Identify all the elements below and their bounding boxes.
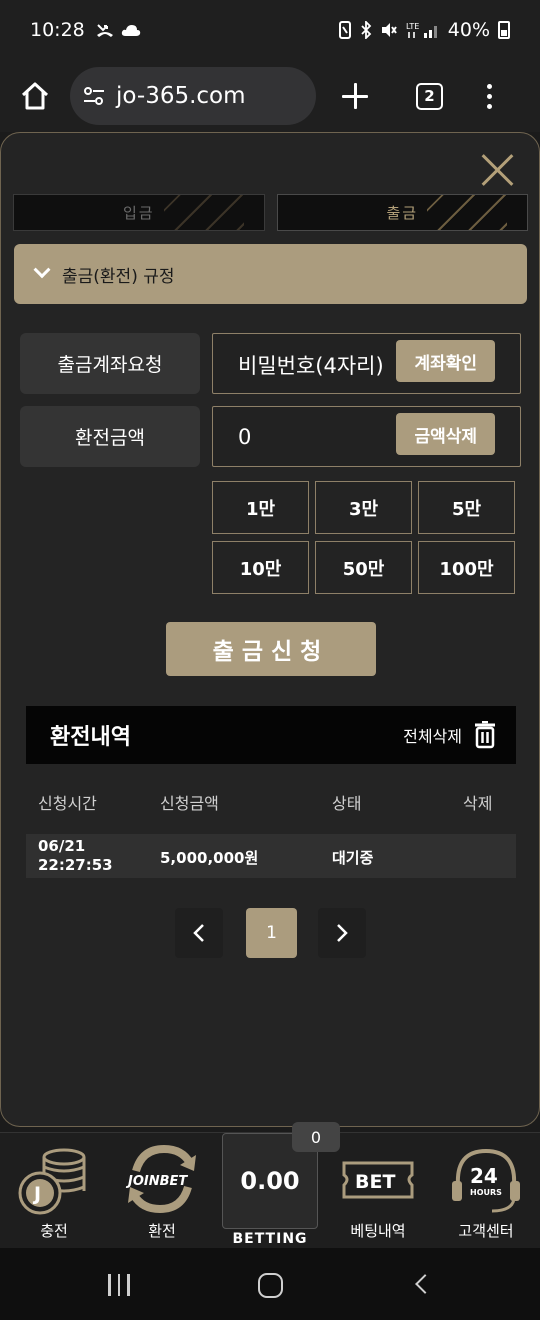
address-bar[interactable]: jo-365.com — [70, 67, 316, 125]
hours-number-text: 24 — [470, 1164, 498, 1188]
new-tab-button[interactable] — [340, 81, 370, 111]
column-header-delete: 삭제 — [463, 794, 493, 813]
pagination: 1 — [1, 908, 539, 958]
column-header-amount: 신청금액 — [160, 794, 219, 813]
next-page-button[interactable] — [318, 908, 366, 958]
history-header: 환전내역 전체삭제 — [26, 706, 516, 764]
home-icon — [21, 82, 49, 110]
quick-amount-button[interactable]: 5만 — [418, 481, 515, 534]
browser-menu-button[interactable] — [487, 83, 492, 109]
status-notification-icons — [95, 21, 141, 39]
page-number-button[interactable]: 1 — [246, 908, 297, 958]
chevron-right-icon — [337, 924, 348, 942]
table-row: 06/21 22:27:53 5,000,000원 대기중 — [26, 834, 516, 878]
prev-page-button[interactable] — [175, 908, 223, 958]
svg-text:LTE: LTE — [406, 22, 419, 31]
coin-stack-icon: J — [18, 1148, 86, 1215]
tab-withdraw-label: 출금 — [386, 204, 419, 222]
column-header-time: 신청시간 — [38, 794, 97, 813]
menu-dot — [487, 103, 492, 109]
recent-apps-line — [127, 1274, 130, 1296]
system-navigation-bar — [0, 1248, 540, 1320]
browser-home-button[interactable] — [0, 82, 70, 110]
row-time: 22:27:53 — [38, 856, 113, 874]
amount-field-value: 0 — [238, 425, 252, 449]
status-time: 10:28 — [30, 19, 85, 41]
tab-switcher-button[interactable]: 2 — [416, 82, 443, 110]
cloud-icon — [121, 25, 140, 36]
chevron-left-icon — [193, 924, 204, 942]
nav-charge-label: 충전 — [40, 1222, 68, 1240]
row-date: 06/21 — [38, 837, 86, 855]
site-settings-icon[interactable] — [82, 84, 106, 108]
clear-amount-button[interactable]: 금액삭제 — [396, 413, 495, 455]
password-field[interactable]: 비밀번호(4자리) 계좌확인 — [212, 333, 521, 394]
mute-icon — [381, 23, 397, 37]
bluetooth-icon — [361, 21, 372, 39]
status-system-icons: LTE 40% — [338, 19, 510, 41]
quick-amount-button[interactable]: 3만 — [315, 481, 412, 534]
password-field-value: 비밀번호(4자리) — [238, 354, 384, 378]
row-status: 대기중 — [332, 849, 374, 867]
exchange-amount-label: 환전금액 — [20, 406, 200, 467]
recent-apps-line — [108, 1274, 111, 1296]
nav-bet-history-label: 베팅내역 — [350, 1222, 406, 1240]
withdraw-rules-toggle[interactable]: 출금(환전) 규정 — [14, 244, 527, 304]
quick-amount-button[interactable]: 50만 — [315, 541, 412, 594]
row-amount: 5,000,000원 — [160, 849, 259, 867]
history-title: 환전내역 — [50, 725, 131, 750]
nav-exchange-label: 환전 — [148, 1222, 176, 1240]
account-request-label: 출금계좌요청 — [20, 333, 200, 394]
nav-bet-history[interactable]: BET 베팅내역 — [328, 1133, 428, 1249]
tab-withdraw[interactable]: 출금 — [276, 194, 528, 231]
quick-amount-button[interactable]: 1만 — [212, 481, 309, 534]
hours-text: HOURS — [470, 1188, 502, 1197]
delete-all-label: 전체삭제 — [403, 727, 462, 746]
tab-deposit[interactable]: 입금 — [13, 194, 265, 231]
quick-amount-button[interactable]: 100만 — [418, 541, 515, 594]
recent-apps-line — [117, 1274, 120, 1296]
menu-dot — [487, 93, 492, 99]
lte-signal-icon: LTE — [406, 22, 437, 38]
close-icon[interactable] — [481, 153, 515, 187]
menu-dot — [487, 83, 492, 89]
withdraw-submit-button[interactable]: 출금신청 — [166, 622, 376, 676]
quick-amount-button[interactable]: 10만 — [212, 541, 309, 594]
status-bar: 10:28 LTE 40% — [0, 0, 540, 60]
quick-amount-grid: 1만 3만 5만 10만 50만 100만 — [212, 481, 521, 594]
recent-apps-icon[interactable] — [108, 1274, 130, 1296]
svg-text:J: J — [32, 1183, 41, 1205]
bet-ticket-text: BET — [355, 1171, 395, 1193]
nav-customer-center[interactable]: 24 HOURS 고객센터 — [436, 1133, 536, 1249]
nav-customer-center-label: 고객센터 — [458, 1222, 514, 1240]
headset-24-hours-icon: 24 HOURS — [452, 1148, 520, 1213]
withdraw-modal: 입금 출금 출금(환전) 규정 출금계좌요청 비밀번호(4자리) 계좌확인 환전… — [0, 132, 540, 1127]
chevron-down-icon — [33, 261, 51, 279]
check-account-button[interactable]: 계좌확인 — [396, 340, 495, 382]
mode-tabs: 입금 출금 — [13, 194, 528, 231]
joinbet-logo-text: JOINBET — [125, 1174, 188, 1189]
nav-charge[interactable]: J 충전 — [4, 1133, 104, 1249]
system-back-icon[interactable] — [415, 1274, 435, 1294]
rules-label: 출금(환전) 규정 — [62, 266, 175, 287]
tab-stripe-decoration — [427, 195, 507, 230]
battery-icon — [498, 21, 510, 39]
trash-icon — [475, 721, 495, 749]
nav-exchange[interactable]: JOINBET 환전 — [112, 1133, 212, 1249]
nfc-icon — [338, 21, 351, 39]
betting-label: BETTING — [232, 1231, 308, 1247]
url-text: jo-365.com — [116, 83, 246, 109]
tab-stripe-decoration — [163, 195, 244, 230]
bottom-navigation: J 충전 JOINBET 환전 0.00 0 BETTING BET 베팅내역 … — [0, 1122, 540, 1249]
delete-all-button[interactable]: 전체삭제 — [403, 721, 496, 749]
battery-percent: 40% — [447, 19, 490, 41]
exchange-cycle-icon: JOINBET — [125, 1144, 196, 1214]
amount-field[interactable]: 0 금액삭제 — [212, 406, 521, 467]
column-header-status: 상태 — [332, 794, 362, 813]
browser-toolbar: jo-365.com 2 — [0, 60, 540, 132]
bet-ticket-icon: BET — [342, 1161, 414, 1199]
tab-deposit-label: 입금 — [122, 204, 155, 222]
system-home-icon[interactable] — [258, 1273, 283, 1298]
missed-call-icon — [96, 24, 113, 37]
